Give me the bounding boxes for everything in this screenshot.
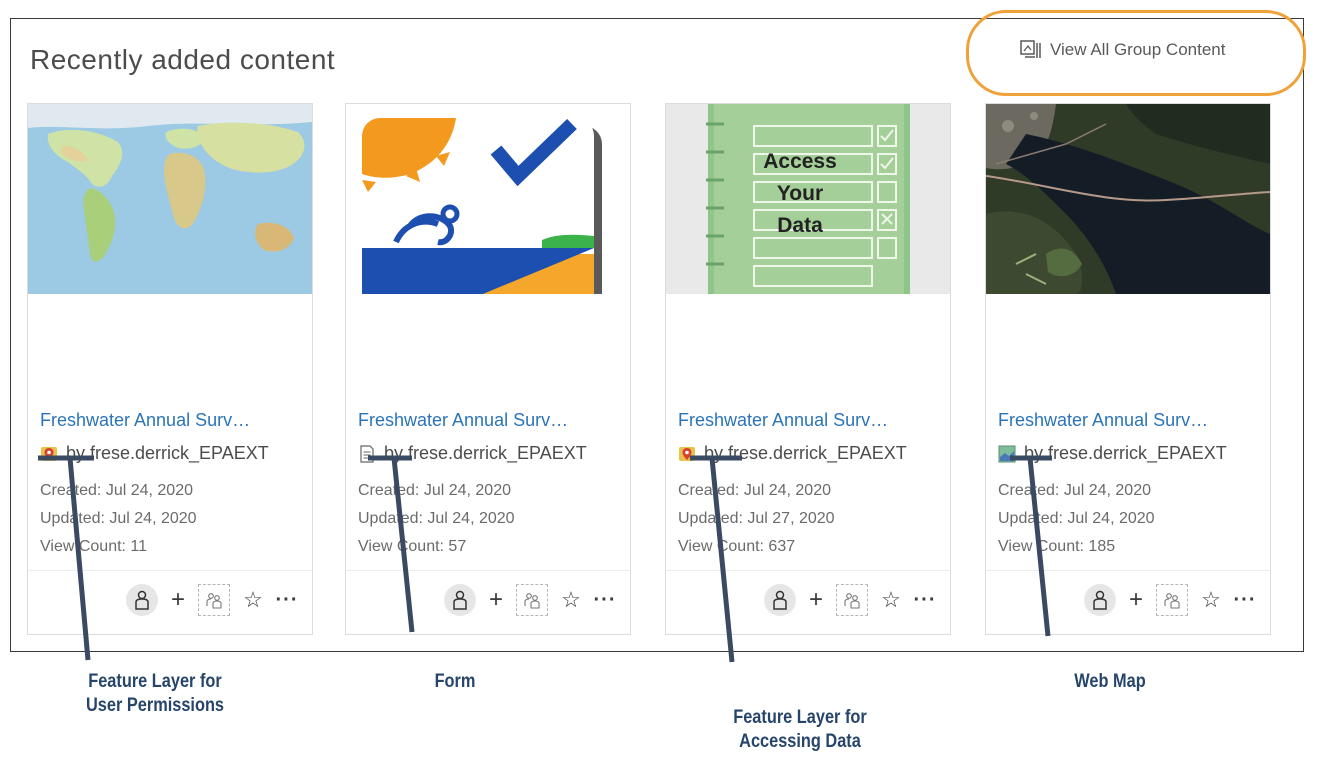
pointer-line [391,457,415,633]
callout-line: Form [434,671,476,692]
pointer-line [67,457,91,661]
callout-web-map: Web Map [1058,670,1161,694]
callout-line: Accessing Data [739,731,861,752]
callout-line: Web Map [1074,671,1146,692]
pointer-line [709,457,735,663]
callout-line: Feature Layer for [733,707,867,728]
callout-line: Feature Layer for [88,671,222,692]
pointer-line [1027,457,1051,637]
annotation-pointers [38,455,1052,663]
callout-feature-layer-permissions: Feature Layer for User Permissions [73,670,236,718]
callout-line: User Permissions [85,695,225,716]
callout-form: Form [416,670,493,694]
callout-feature-layer-accessing: Feature Layer for Accessing Data [714,706,886,754]
